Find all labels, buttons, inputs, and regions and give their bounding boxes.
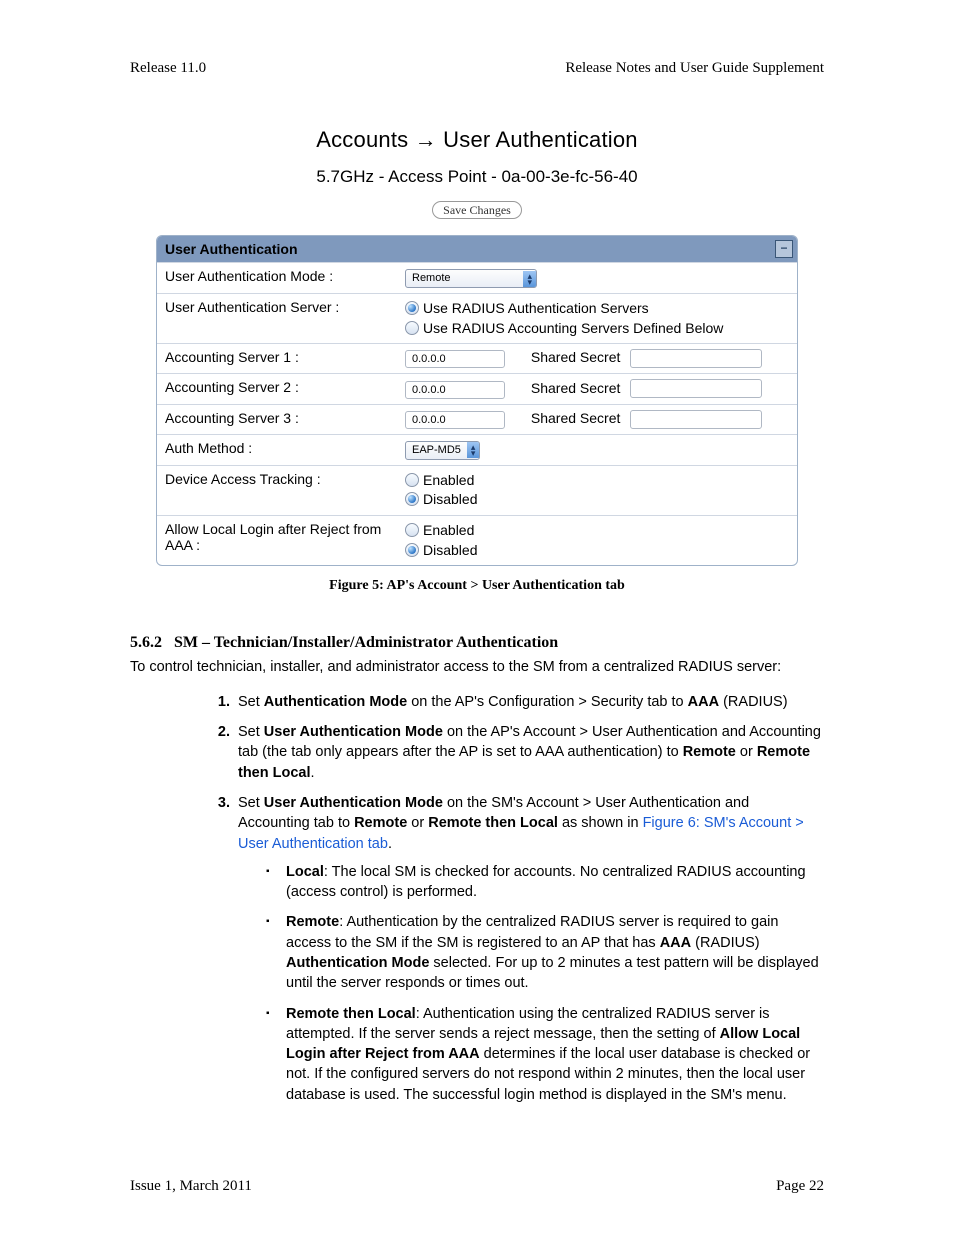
acct2-label: Accounting Server 2 : <box>165 379 405 395</box>
radio-radius-auth[interactable] <box>405 301 419 315</box>
dropdown-arrows-icon: ▴▾ <box>467 442 480 458</box>
fig-title-left: Accounts <box>316 127 408 152</box>
acct1-secret-input[interactable] <box>630 349 762 368</box>
acct1-label: Accounting Server 1 : <box>165 349 405 365</box>
acct3-secret-label: Shared Secret <box>531 410 621 426</box>
bullet-remote-then-local: Remote then Local: Authentication using … <box>266 1004 824 1105</box>
radio-radius-acct[interactable] <box>405 321 419 335</box>
mode-label: User Authentication Mode : <box>165 268 405 284</box>
server-label: User Authentication Server : <box>165 299 405 315</box>
tracking-disabled-radio[interactable] <box>405 492 419 506</box>
tracking-label: Device Access Tracking : <box>165 471 405 487</box>
user-authentication-panel: User Authentication − User Authenticatio… <box>156 235 798 566</box>
allow-disabled-radio[interactable] <box>405 543 419 557</box>
acct1-ip-input[interactable]: 0.0.0.0 <box>405 350 505 368</box>
steps-list: Set Authentication Mode on the AP's Conf… <box>210 692 824 1105</box>
panel-title: User Authentication <box>165 241 298 257</box>
allow-local-label: Allow Local Login after Reject from AAA … <box>165 521 405 553</box>
footer-right: Page 22 <box>776 1178 824 1195</box>
auth-method-select[interactable]: EAP-MD5 ▴▾ <box>405 441 480 460</box>
acct2-secret-label: Shared Secret <box>531 380 621 396</box>
fig-subtitle: 5.7GHz - Access Point - 0a-00-3e-fc-56-4… <box>130 167 824 187</box>
acct3-ip-input[interactable]: 0.0.0.0 <box>405 411 505 429</box>
step-2: Set User Authentication Mode on the AP's… <box>234 722 824 783</box>
figure-screenshot: Accounts → User Authentication 5.7GHz - … <box>130 127 824 594</box>
bullet-local: Local: The local SM is checked for accou… <box>266 862 824 903</box>
radio-radius-acct-label: Use RADIUS Accounting Servers Defined Be… <box>423 320 723 336</box>
acct3-secret-input[interactable] <box>630 410 762 429</box>
header-left: Release 11.0 <box>130 60 206 77</box>
acct1-secret-label: Shared Secret <box>531 349 621 365</box>
arrow-right-icon: → <box>415 127 444 152</box>
mode-select[interactable]: Remote ▴▾ <box>405 269 537 288</box>
fig-title-right: User Authentication <box>443 127 638 152</box>
figure-caption: Figure 5: AP's Account > User Authentica… <box>130 578 824 594</box>
save-changes-button[interactable]: Save Changes <box>432 201 522 219</box>
allow-enabled-radio[interactable] <box>405 523 419 537</box>
section-number: 5.6.2 <box>130 634 162 652</box>
radio-radius-auth-label: Use RADIUS Authentication Servers <box>423 300 649 316</box>
step-1: Set Authentication Mode on the AP's Conf… <box>234 692 824 712</box>
tracking-enabled-radio[interactable] <box>405 473 419 487</box>
dropdown-arrows-icon: ▴▾ <box>523 271 536 287</box>
acct2-secret-input[interactable] <box>630 379 762 398</box>
footer-left: Issue 1, March 2011 <box>130 1178 252 1195</box>
bullet-remote: Remote: Authentication by the centralize… <box>266 912 824 993</box>
section-intro: To control technician, installer, and ad… <box>130 658 824 678</box>
header-right: Release Notes and User Guide Supplement <box>565 60 824 77</box>
acct2-ip-input[interactable]: 0.0.0.0 <box>405 381 505 399</box>
step-3: Set User Authentication Mode on the SM's… <box>234 793 824 1105</box>
acct3-label: Accounting Server 3 : <box>165 410 405 426</box>
section-title: SM – Technician/Installer/Administrator … <box>174 634 558 651</box>
collapse-icon[interactable]: − <box>775 240 793 258</box>
auth-method-label: Auth Method : <box>165 440 405 456</box>
